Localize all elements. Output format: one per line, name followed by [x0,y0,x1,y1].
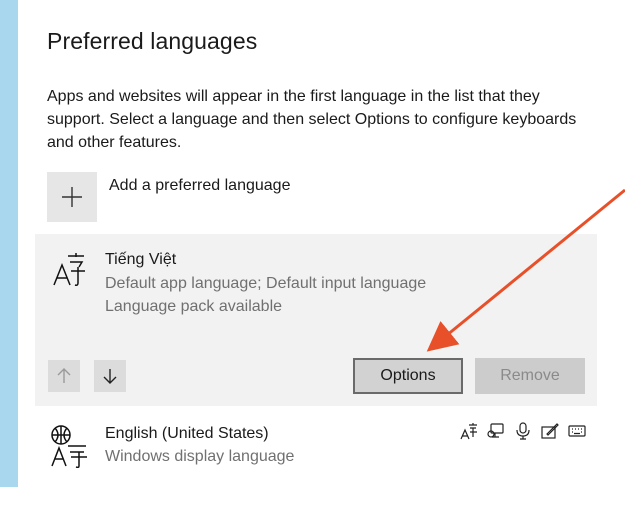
language-pack-status: Language pack available [105,298,283,315]
language-pack-icon [49,424,89,473]
remove-button[interactable]: Remove [475,358,585,394]
speech-recognition-icon [513,421,533,441]
options-button[interactable]: Options [353,358,463,394]
arrow-down-icon [103,369,117,384]
language-item-english[interactable]: English (United States) Windows display … [35,412,597,482]
move-up-button[interactable] [48,360,80,392]
accent-strip [0,0,18,487]
language-name: Tiếng Việt [105,251,177,268]
language-status: Default app language; Default input lang… [105,275,427,292]
add-language-button[interactable]: Add a preferred language [47,172,447,222]
language-features [459,421,587,441]
display-language-icon [459,421,479,441]
keyboard-icon [567,421,587,441]
language-status: Windows display language [105,448,295,465]
language-item-vietnamese[interactable]: Tiếng Việt Default app language; Default… [35,234,597,406]
page-title: Preferred languages [47,28,258,54]
add-language-label: Add a preferred language [109,177,291,194]
handwriting-icon [540,421,560,441]
plus-icon [47,172,97,222]
arrow-up-icon [57,368,71,383]
move-down-button[interactable] [94,360,126,392]
intro-text: Apps and websites will appear in the fir… [47,88,577,151]
language-icon [51,252,87,293]
text-to-speech-icon [486,421,506,441]
language-name: English (United States) [105,425,269,442]
